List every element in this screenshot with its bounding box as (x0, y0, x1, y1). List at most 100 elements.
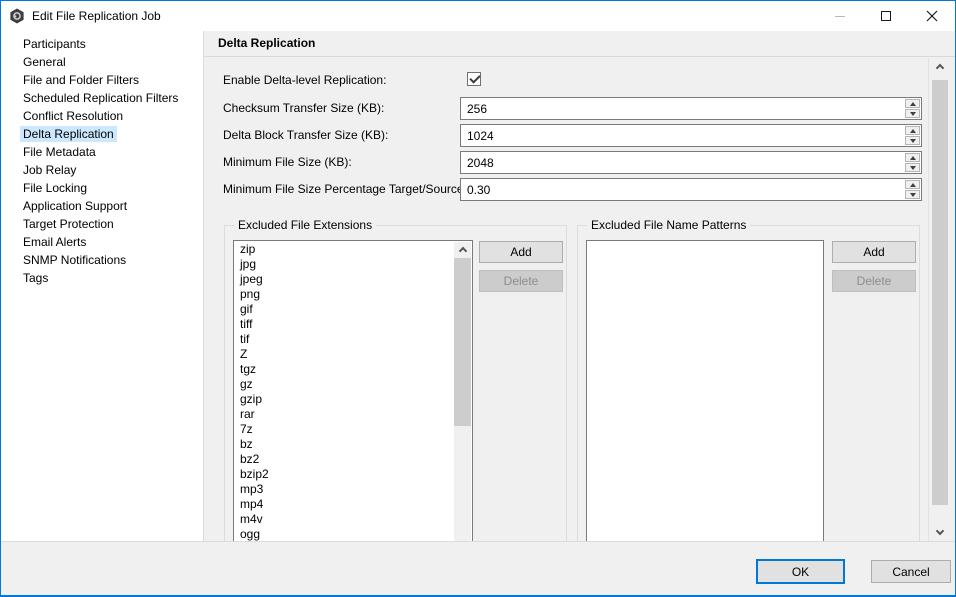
button-label: OK (792, 565, 809, 579)
spinner-buttons (904, 125, 921, 146)
sidebar-item-conflict-resolution[interactable]: Conflict Resolution (1, 107, 203, 125)
extensions-delete-button[interactable]: Delete (479, 270, 563, 292)
minimum-file-size-percentage-input[interactable]: 0.30 (460, 178, 922, 201)
list-item[interactable]: mp4 (234, 497, 454, 512)
list-item[interactable]: jpg (234, 257, 454, 272)
checksum-transfer-size-label: Checksum Transfer Size (KB): (223, 101, 384, 115)
main-panel: Delta Replication Enable Delta-level Rep… (204, 31, 955, 541)
sidebar-item-label: File Metadata (20, 144, 99, 160)
sidebar-item-label: Target Protection (20, 216, 117, 232)
sidebar-item-label: File and Folder Filters (20, 72, 142, 88)
extensions-add-button[interactable]: Add (479, 241, 563, 263)
list-item[interactable]: Z (234, 347, 454, 362)
minimum-file-size-label: Minimum File Size (KB): (223, 155, 352, 169)
spin-down-button[interactable] (905, 109, 920, 118)
sidebar-item-target-protection[interactable]: Target Protection (1, 215, 203, 233)
sidebar-item-scheduled-replication-filters[interactable]: Scheduled Replication Filters (1, 89, 203, 107)
list-item[interactable]: bzip2 (234, 467, 454, 482)
arrow-down-icon (910, 193, 916, 197)
chevron-up-icon (936, 64, 944, 72)
maximize-icon (881, 11, 891, 21)
close-icon (926, 10, 938, 22)
scroll-up-button[interactable] (929, 58, 951, 75)
minimize-icon (835, 16, 845, 17)
sidebar-item-participants[interactable]: Participants (1, 35, 203, 53)
group-title: Excluded File Extensions (234, 218, 376, 232)
ok-button[interactable]: OK (756, 559, 845, 584)
patterns-delete-button[interactable]: Delete (832, 270, 916, 292)
page-title: Delta Replication (204, 31, 955, 57)
minimum-file-size-input[interactable]: 2048 (460, 151, 922, 174)
list-item[interactable]: tiff (234, 317, 454, 332)
list-item[interactable]: png (234, 287, 454, 302)
sidebar-item-label: Conflict Resolution (20, 108, 126, 124)
sidebar-item-label: Delta Replication (20, 126, 117, 142)
spin-down-button[interactable] (905, 163, 920, 172)
spin-up-button[interactable] (905, 153, 920, 162)
sidebar-item-application-support[interactable]: Application Support (1, 197, 203, 215)
window-title: Edit File Replication Job (32, 9, 161, 23)
sidebar-item-label: Tags (20, 270, 51, 286)
checksum-transfer-size-input[interactable]: 256 (460, 97, 922, 120)
list-item[interactable]: gzip (234, 392, 454, 407)
sidebar-item-snmp-notifications[interactable]: SNMP Notifications (1, 251, 203, 269)
excluded-file-name-patterns-group: Excluded File Name Patterns Add Delete (577, 225, 920, 541)
close-button[interactable] (909, 1, 955, 31)
scroll-up-button[interactable] (454, 242, 471, 257)
footer-bar: OK Cancel (1, 541, 955, 595)
spin-up-button[interactable] (905, 180, 920, 189)
sidebar-item-label: Scheduled Replication Filters (20, 90, 181, 106)
list-item[interactable]: tif (234, 332, 454, 347)
list-item[interactable]: gz (234, 377, 454, 392)
list-item[interactable]: rar (234, 407, 454, 422)
list-item[interactable]: zip (234, 242, 454, 257)
list-item[interactable]: tgz (234, 362, 454, 377)
list-item[interactable]: m4v (234, 512, 454, 527)
scrollbar-thumb[interactable] (454, 258, 471, 426)
cancel-button[interactable]: Cancel (871, 560, 951, 583)
delta-block-transfer-size-label: Delta Block Transfer Size (KB): (223, 128, 388, 142)
minimize-button[interactable] (817, 1, 863, 31)
sidebar-item-tags[interactable]: Tags (1, 269, 203, 287)
patterns-add-button[interactable]: Add (832, 241, 916, 263)
spin-up-button[interactable] (905, 126, 920, 135)
arrow-up-icon (910, 183, 916, 187)
patterns-listbox[interactable] (586, 240, 824, 541)
arrow-down-icon (910, 166, 916, 170)
button-label: Delete (504, 274, 539, 288)
scrollbar-thumb[interactable] (932, 80, 948, 505)
sidebar-item-email-alerts[interactable]: Email Alerts (1, 233, 203, 251)
spin-down-button[interactable] (905, 190, 920, 199)
maximize-button[interactable] (863, 1, 909, 31)
sidebar-item-delta-replication[interactable]: Delta Replication (1, 125, 203, 143)
app-icon (9, 8, 25, 24)
sidebar-item-file-and-folder-filters[interactable]: File and Folder Filters (1, 71, 203, 89)
main-scrollbar[interactable] (928, 58, 951, 541)
list-item[interactable]: bz2 (234, 452, 454, 467)
enable-delta-checkbox[interactable] (467, 72, 481, 86)
list-item[interactable]: mp3 (234, 482, 454, 497)
list-item[interactable]: jpeg (234, 272, 454, 287)
scroll-down-button[interactable] (929, 524, 951, 541)
delta-block-transfer-size-input[interactable]: 1024 (460, 124, 922, 147)
sidebar-item-job-relay[interactable]: Job Relay (1, 161, 203, 179)
chevron-down-icon (936, 527, 944, 535)
group-title: Excluded File Name Patterns (587, 218, 750, 232)
list-item[interactable]: 7z (234, 422, 454, 437)
spin-up-button[interactable] (905, 99, 920, 108)
button-label: Add (510, 245, 531, 259)
form-row: Minimum File Size (KB): 2048 (204, 151, 955, 174)
sidebar: ParticipantsGeneralFile and Folder Filte… (1, 31, 204, 541)
arrow-up-icon (910, 102, 916, 106)
sidebar-item-general[interactable]: General (1, 53, 203, 71)
list-item[interactable]: ogg (234, 527, 454, 541)
list-item[interactable]: gif (234, 302, 454, 317)
sidebar-item-file-metadata[interactable]: File Metadata (1, 143, 203, 161)
field-value: 0.30 (461, 179, 904, 200)
sidebar-item-file-locking[interactable]: File Locking (1, 179, 203, 197)
extensions-listbox[interactable]: zipjpgjpegpnggiftifftifZtgzgzgziprar7zbz… (233, 240, 473, 541)
sidebar-item-label: File Locking (20, 180, 90, 196)
list-item[interactable]: bz (234, 437, 454, 452)
spin-down-button[interactable] (905, 136, 920, 145)
extensions-scrollbar[interactable] (454, 242, 471, 541)
